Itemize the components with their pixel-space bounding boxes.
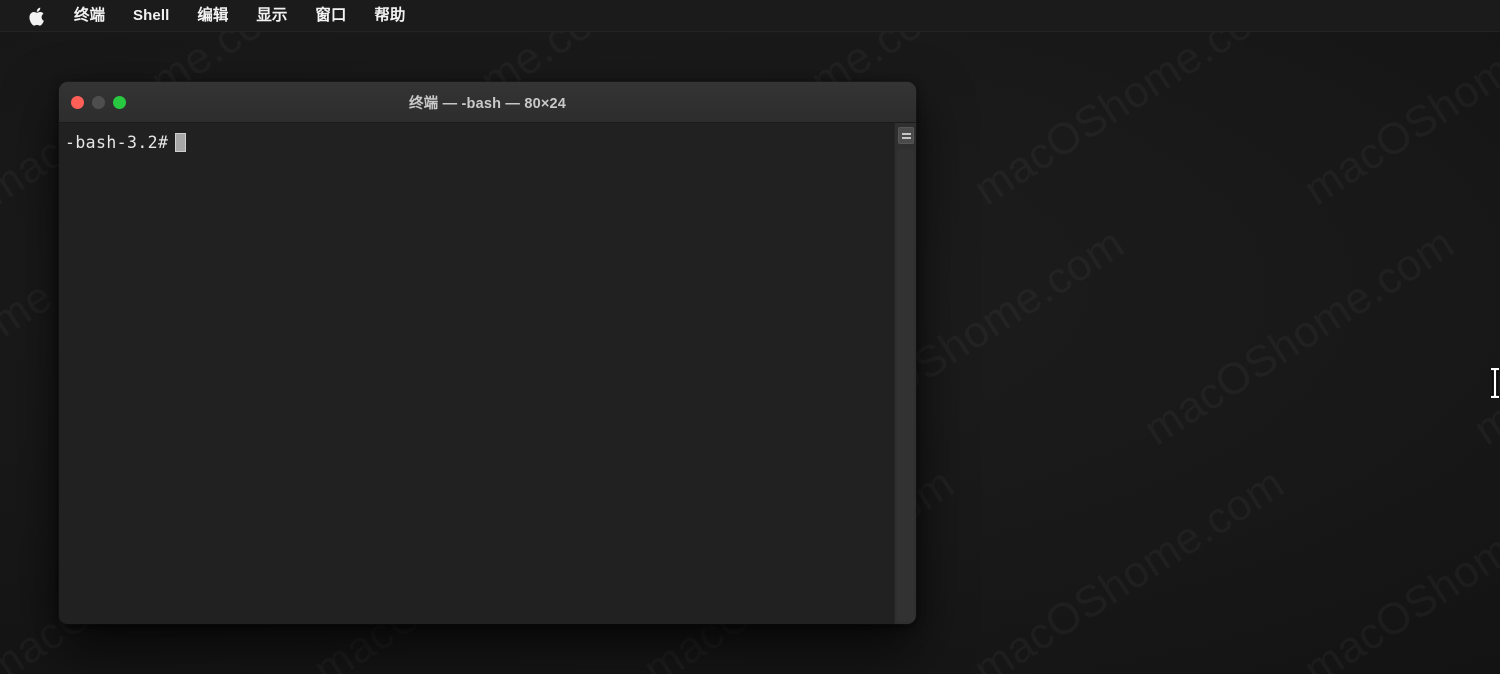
menu-item-terminal[interactable]: 终端 xyxy=(60,0,119,32)
menu-item-shell[interactable]: Shell xyxy=(119,0,183,32)
minimize-button[interactable] xyxy=(92,95,105,109)
scroll-marker-lines-icon[interactable] xyxy=(898,127,914,144)
desktop-watermark: macOShome.com xyxy=(1295,32,1500,216)
desktop-watermark: macOShome.com xyxy=(1135,218,1463,455)
terminal-prompt-line: -bash-3.2# xyxy=(65,132,894,153)
menu-item-edit[interactable]: 编辑 xyxy=(183,0,242,32)
menu-item-view[interactable]: 显示 xyxy=(242,0,301,32)
apple-logo-icon[interactable] xyxy=(26,4,46,28)
menu-item-window[interactable]: 窗口 xyxy=(301,0,360,32)
screen: macOShome.commacOShome.commacOShome.comm… xyxy=(0,0,1500,674)
close-button[interactable] xyxy=(71,95,84,109)
menu-bar: 终端 Shell 编辑 显示 窗口 帮助 xyxy=(0,0,1500,32)
zoom-button[interactable] xyxy=(113,95,126,109)
terminal-scrollbar[interactable] xyxy=(894,123,916,624)
desktop-watermark: macOShome.com xyxy=(1465,218,1500,455)
traffic-light-buttons xyxy=(71,82,126,122)
desktop-watermark: macOShome.com xyxy=(965,32,1293,216)
terminal-output[interactable]: -bash-3.2# xyxy=(59,123,894,624)
desktop-watermark: macOShome.com xyxy=(965,458,1293,674)
menu-item-help[interactable]: 帮助 xyxy=(360,0,419,32)
terminal-prompt-text: -bash-3.2# xyxy=(65,133,169,152)
scrollbar-thumb[interactable] xyxy=(897,149,914,622)
text-ibeam-cursor xyxy=(1489,368,1500,398)
terminal-cursor xyxy=(175,133,187,152)
window-titlebar[interactable]: 终端 — -bash — 80×24 xyxy=(59,82,916,123)
terminal-body[interactable]: -bash-3.2# xyxy=(59,123,916,624)
terminal-window[interactable]: 终端 — -bash — 80×24 -bash-3.2# xyxy=(59,82,916,624)
desktop-watermark: macOShome.com xyxy=(1295,458,1500,674)
window-title: 终端 — -bash — 80×24 xyxy=(408,95,567,112)
